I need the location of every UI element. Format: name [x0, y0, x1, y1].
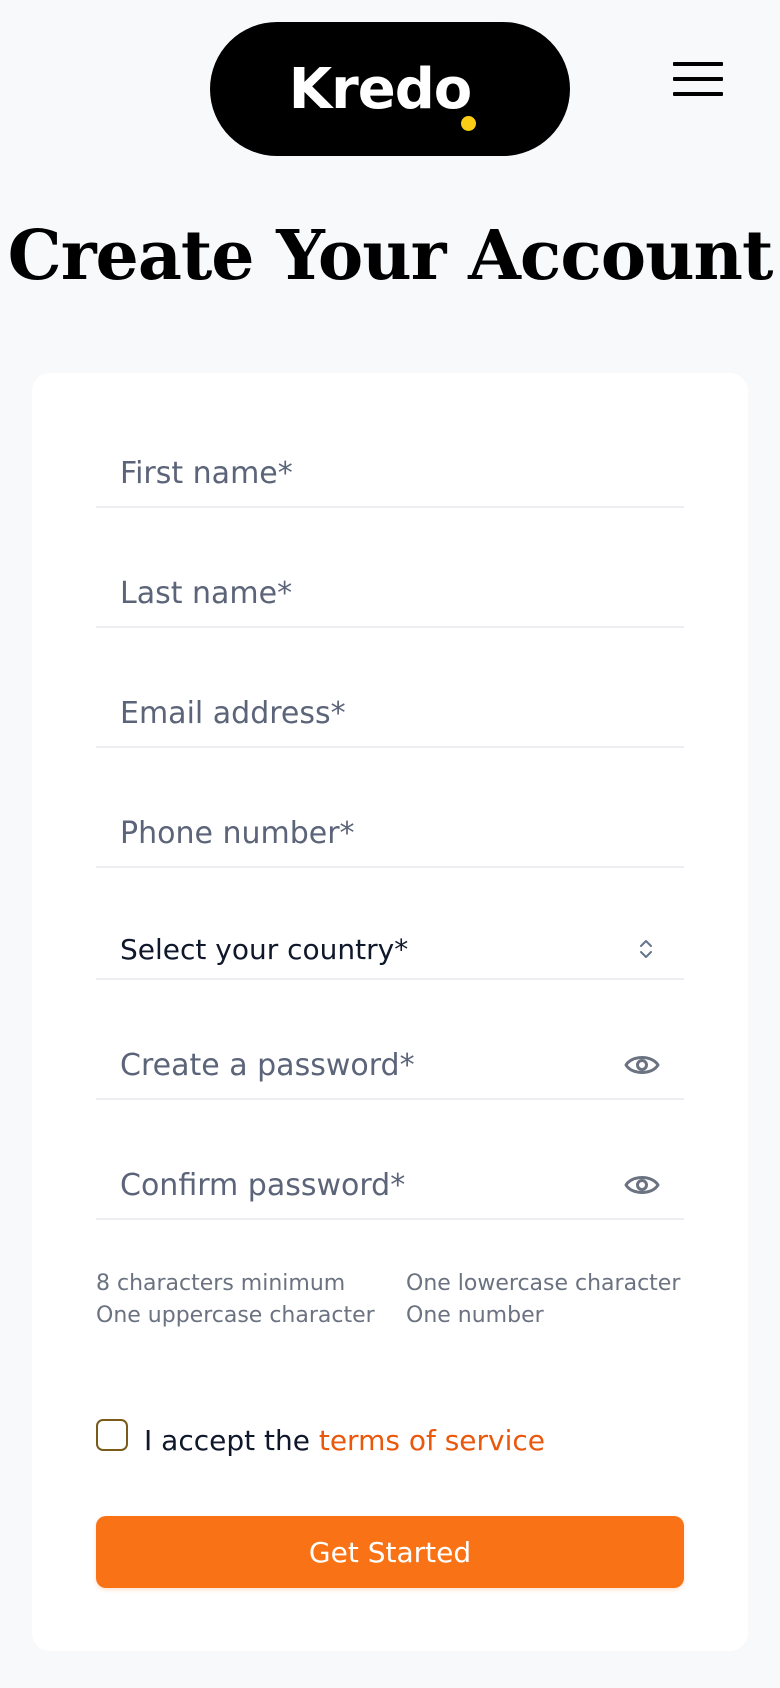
page-title: Create Your Account [7, 216, 774, 296]
password-rules: 8 characters minimum One uppercase chara… [96, 1268, 696, 1332]
password-rule: 8 characters minimum [96, 1271, 346, 1296]
logo[interactable]: Kredo [210, 22, 570, 156]
confirm-password-input[interactable] [96, 1152, 684, 1218]
password-rule: One uppercase character [96, 1303, 375, 1328]
confirm-password-field [96, 1152, 684, 1220]
last-name-field [96, 560, 684, 628]
last-name-input[interactable] [96, 560, 684, 626]
terms-prefix: I accept the [144, 1424, 319, 1457]
phone-field [96, 800, 684, 868]
password-rules-right: One lowercase character One number [406, 1268, 696, 1332]
password-input[interactable] [96, 1032, 684, 1098]
terms-checkbox[interactable] [96, 1418, 128, 1451]
hamburger-icon [673, 62, 723, 66]
logo-text: Kredo [288, 56, 473, 122]
first-name-input[interactable] [96, 440, 684, 506]
hamburger-icon-line [673, 92, 723, 96]
menu-button[interactable] [672, 58, 724, 100]
email-field [96, 680, 684, 748]
hamburger-icon-line [673, 77, 723, 81]
eye-icon[interactable] [624, 1172, 660, 1198]
email-input[interactable] [96, 680, 684, 746]
country-select-value: Select your country* [120, 932, 409, 966]
first-name-field [96, 440, 684, 508]
password-rule: One lowercase character [406, 1271, 681, 1296]
terms-of-service-link[interactable]: terms of service [319, 1424, 545, 1457]
password-rule: One number [406, 1303, 544, 1328]
country-select[interactable]: Select your country* [96, 920, 684, 980]
password-rules-left: 8 characters minimum One uppercase chara… [96, 1268, 406, 1332]
terms-label: I accept the terms of service [144, 1424, 545, 1457]
get-started-button[interactable]: Get Started [96, 1516, 684, 1588]
password-field [96, 1032, 684, 1100]
signup-page: Kredo Create Your Account Select your co… [0, 0, 780, 1688]
logo-dot [461, 116, 476, 131]
phone-input[interactable] [96, 800, 684, 866]
eye-icon[interactable] [624, 1052, 660, 1078]
terms-row: I accept the terms of service [96, 1418, 545, 1457]
chevron-up-down-icon [640, 940, 652, 958]
